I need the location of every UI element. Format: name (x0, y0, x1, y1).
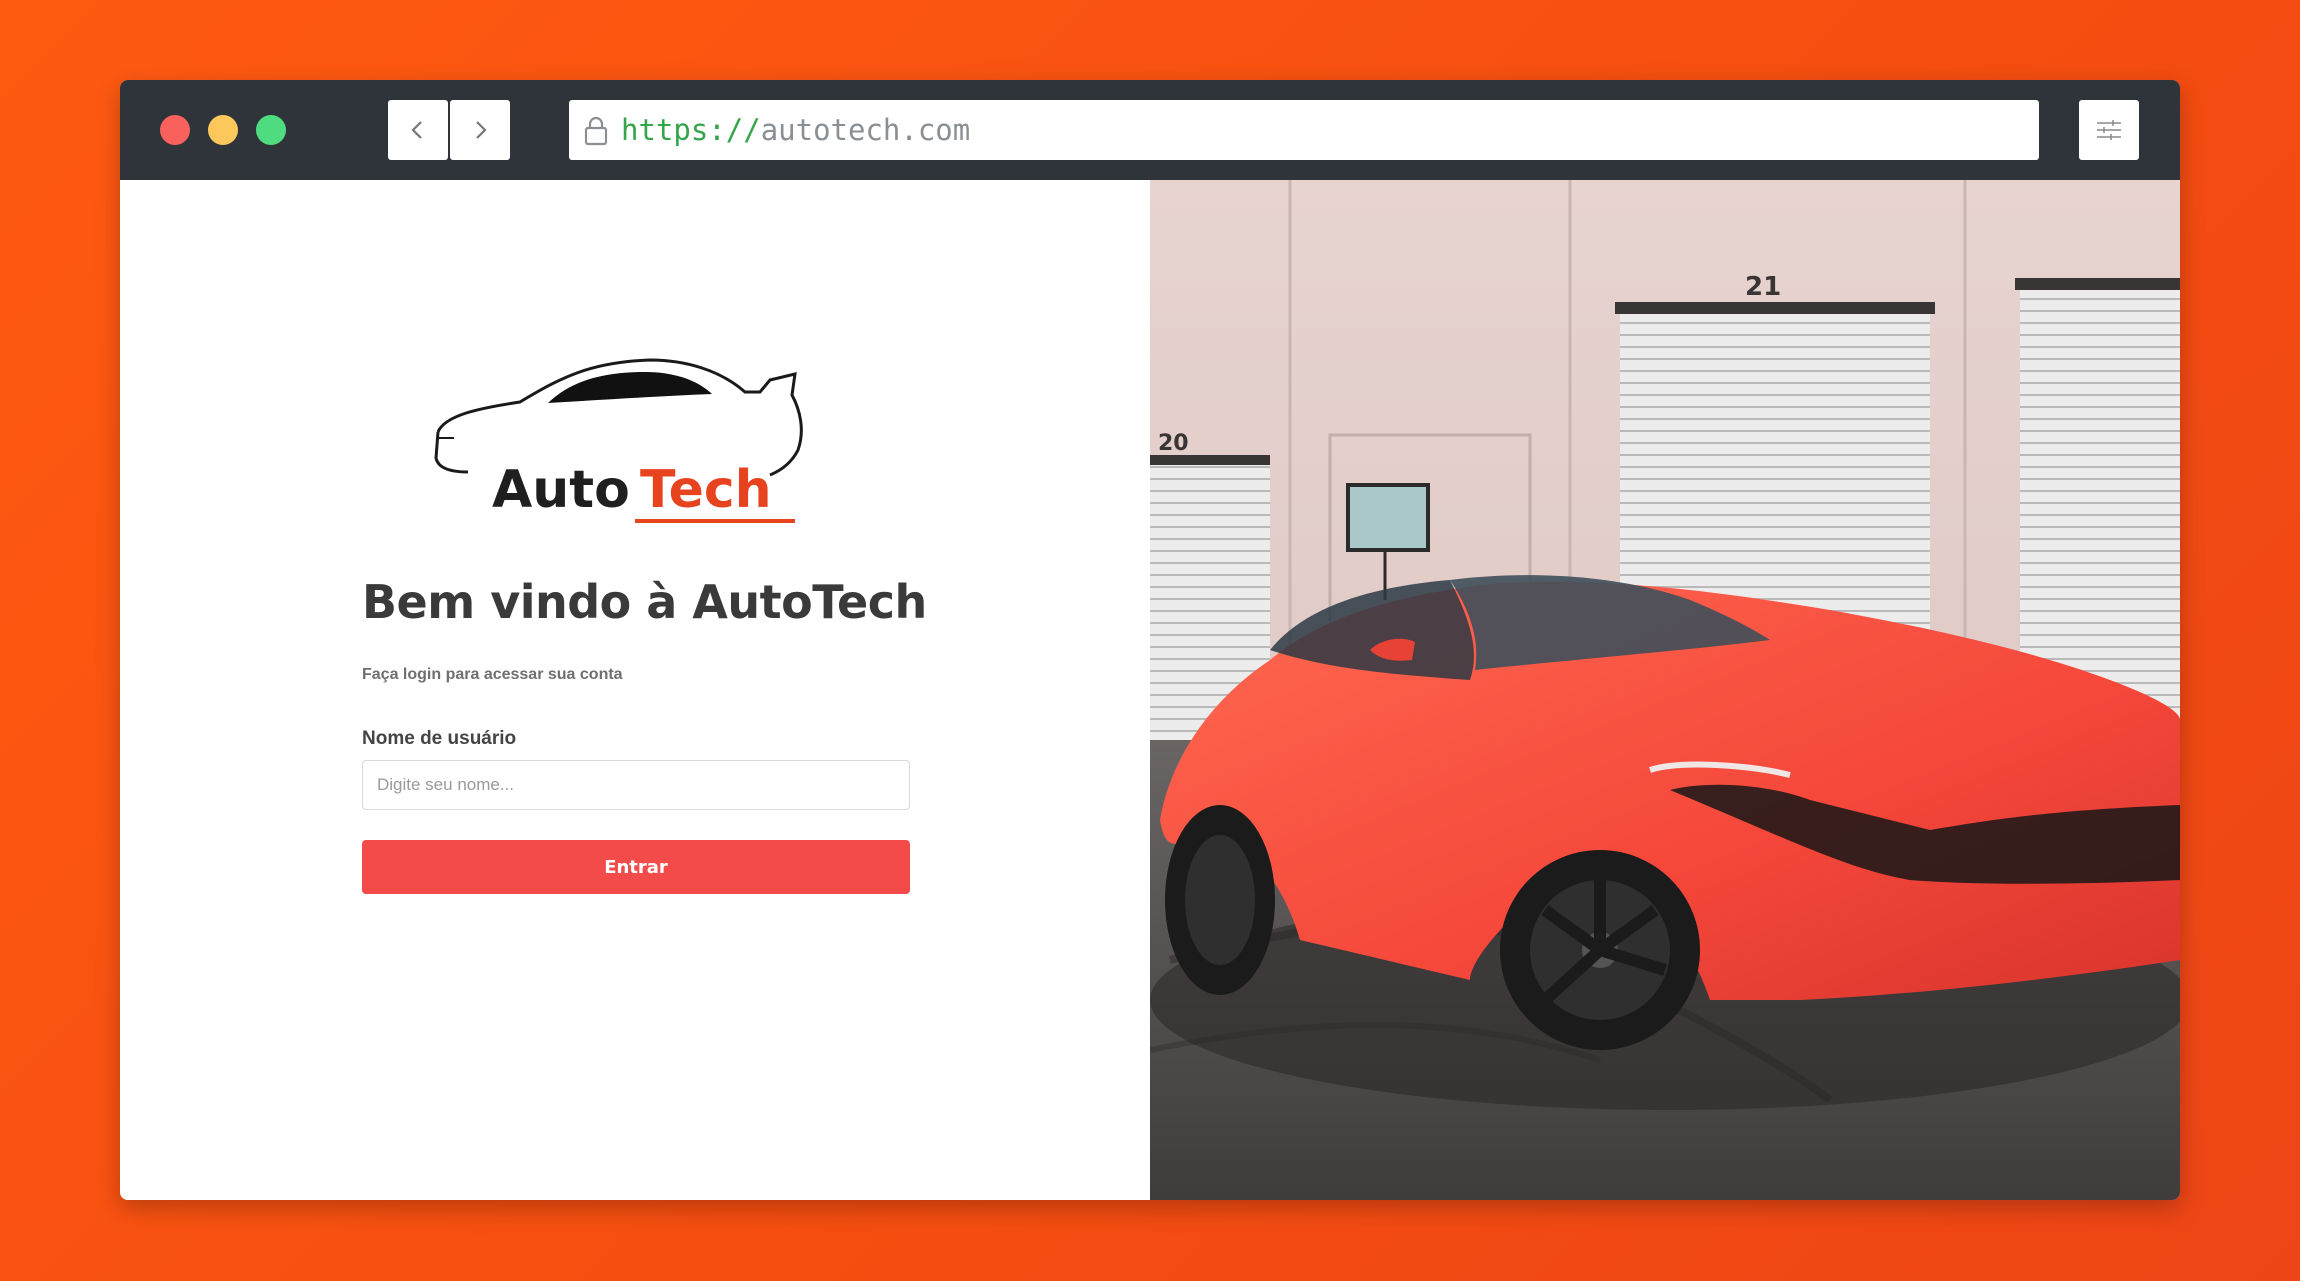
chevron-left-icon (411, 121, 422, 139)
close-window-button[interactable] (160, 115, 190, 145)
settings-button[interactable] (2079, 100, 2139, 160)
logo-word-auto: Auto (492, 460, 630, 520)
username-label: Nome de usuário (362, 728, 517, 749)
garage-number-20: 20 (1158, 431, 1189, 456)
car-logo-icon (434, 358, 803, 477)
page-title: Bem vindo à AutoTech (362, 575, 927, 629)
login-panel: Auto Tech Bem vindo à AutoTech Faça logi… (120, 180, 1150, 1200)
url-scheme: https:// (621, 113, 761, 147)
login-button[interactable]: Entrar (362, 840, 910, 894)
username-input[interactable] (362, 760, 910, 810)
logo-underline (635, 519, 795, 523)
browser-window: https://autotech.com Auto Tech Bem vindo… (120, 80, 2180, 1200)
browser-titlebar: https://autotech.com (120, 80, 2180, 180)
forward-button[interactable] (450, 100, 510, 160)
lock-icon (584, 116, 608, 146)
car-photo-illustration: 20 21 (1150, 180, 2180, 1200)
hero-car-image: 20 21 (1150, 180, 2180, 1200)
sliders-icon (2097, 120, 2121, 140)
chevron-right-icon (476, 121, 487, 139)
page-subtitle: Faça login para acessar sua conta (362, 666, 623, 683)
maximize-window-button[interactable] (256, 115, 286, 145)
garage-number-21: 21 (1745, 272, 1781, 302)
back-button[interactable] (388, 100, 448, 160)
logo-word-tech: Tech (640, 460, 772, 520)
url-host: autotech.com (760, 113, 971, 147)
url-text: https://autotech.com (621, 113, 970, 147)
minimize-window-button[interactable] (208, 115, 238, 145)
page-content: Auto Tech Bem vindo à AutoTech Faça logi… (120, 180, 2180, 1200)
address-bar[interactable]: https://autotech.com (569, 100, 2039, 160)
